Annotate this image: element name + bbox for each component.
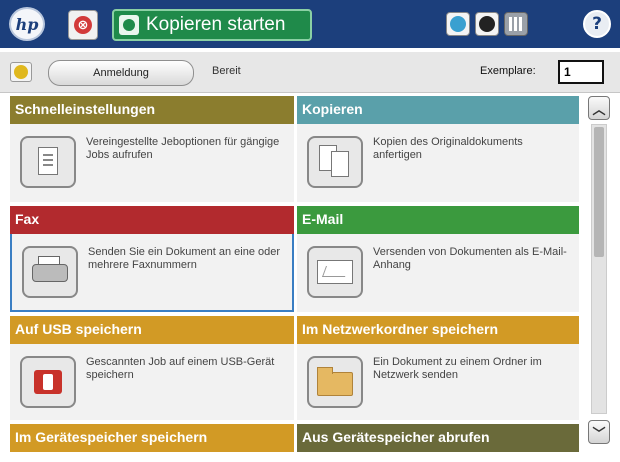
- tile-description: Versenden von Dokumenten als E-Mail-Anha…: [373, 246, 567, 271]
- start-copy-button[interactable]: Kopieren starten: [112, 9, 312, 41]
- tile-email[interactable]: E-Mail Versenden von Dokumenten als E-Ma…: [297, 206, 579, 312]
- status-bar: Anmeldung Bereit Exemplare: 1: [0, 52, 620, 93]
- email-icon: [307, 246, 363, 298]
- scroll-up-button[interactable]: ︿: [588, 96, 610, 120]
- scroll-thumb[interactable]: [594, 127, 604, 257]
- copy-icon: [307, 136, 363, 188]
- tile-title: Im Gerätespeicher speichern: [10, 424, 294, 452]
- tile-description: Ein Dokument zu einem Ordner im Netzwerk…: [373, 356, 542, 381]
- help-button[interactable]: ?: [583, 10, 611, 38]
- network-folder-icon: [307, 356, 363, 408]
- warning-status-icon[interactable]: [10, 62, 32, 82]
- device-status: Bereit: [212, 65, 241, 77]
- tile-title: Schnelleinstellungen: [10, 96, 294, 124]
- top-bar: hp ⊗ Kopieren starten ?: [0, 0, 620, 48]
- tile-save-device-memory[interactable]: Im Gerätespeicher speichern: [10, 424, 294, 454]
- tile-title: Aus Gerätespeicher abrufen: [297, 424, 579, 452]
- network-globe-icon[interactable]: [446, 12, 470, 36]
- tile-title: E-Mail: [297, 206, 579, 234]
- sign-in-button[interactable]: Anmeldung: [48, 60, 194, 86]
- start-icon: [119, 15, 139, 35]
- tile-retrieve-device-memory[interactable]: Aus Gerätespeicher abrufen: [297, 424, 579, 454]
- stop-button[interactable]: ⊗: [68, 10, 98, 40]
- tile-title: Fax: [10, 206, 294, 234]
- stop-icon: ⊗: [74, 16, 92, 34]
- tile-save-usb[interactable]: Auf USB speichern Gescannten Job auf ein…: [10, 316, 294, 420]
- quick-sets-icon: [20, 136, 76, 188]
- copies-input[interactable]: 1: [558, 60, 604, 84]
- tile-fax[interactable]: Fax Senden Sie ein Dokument an eine oder…: [10, 206, 294, 312]
- scrollbar[interactable]: ︿ ﹀: [588, 96, 612, 446]
- tile-quick-sets[interactable]: Schnelleinstellungen Vereingestellte Jeb…: [10, 96, 294, 202]
- tile-title: Im Netzwerkordner speichern: [297, 316, 579, 344]
- tile-copy[interactable]: Kopieren Kopien des Originaldokuments an…: [297, 96, 579, 202]
- tile-title: Auf USB speichern: [10, 316, 294, 344]
- hp-logo: hp: [9, 7, 45, 41]
- scroll-down-button[interactable]: ﹀: [588, 420, 610, 444]
- tile-title: Kopieren: [297, 96, 579, 124]
- scroll-track[interactable]: [591, 124, 607, 414]
- fax-icon: [22, 246, 78, 298]
- sleep-icon[interactable]: [475, 12, 499, 36]
- tile-description: Gescannten Job auf einem USB-Gerät speic…: [86, 356, 275, 381]
- tile-description: Senden Sie ein Dokument an eine oder meh…: [88, 246, 281, 271]
- tile-description: Kopien des Originaldokuments anfertigen: [373, 136, 523, 161]
- usb-icon: [20, 356, 76, 408]
- tile-description: Vereingestellte Jeboptionen für gängige …: [86, 136, 280, 161]
- copies-label: Exemplare:: [480, 65, 536, 77]
- start-copy-label: Kopieren starten: [146, 14, 286, 35]
- tile-save-network-folder[interactable]: Im Netzwerkordner speichern Ein Dokument…: [297, 316, 579, 420]
- settings-grid-icon[interactable]: [504, 12, 528, 36]
